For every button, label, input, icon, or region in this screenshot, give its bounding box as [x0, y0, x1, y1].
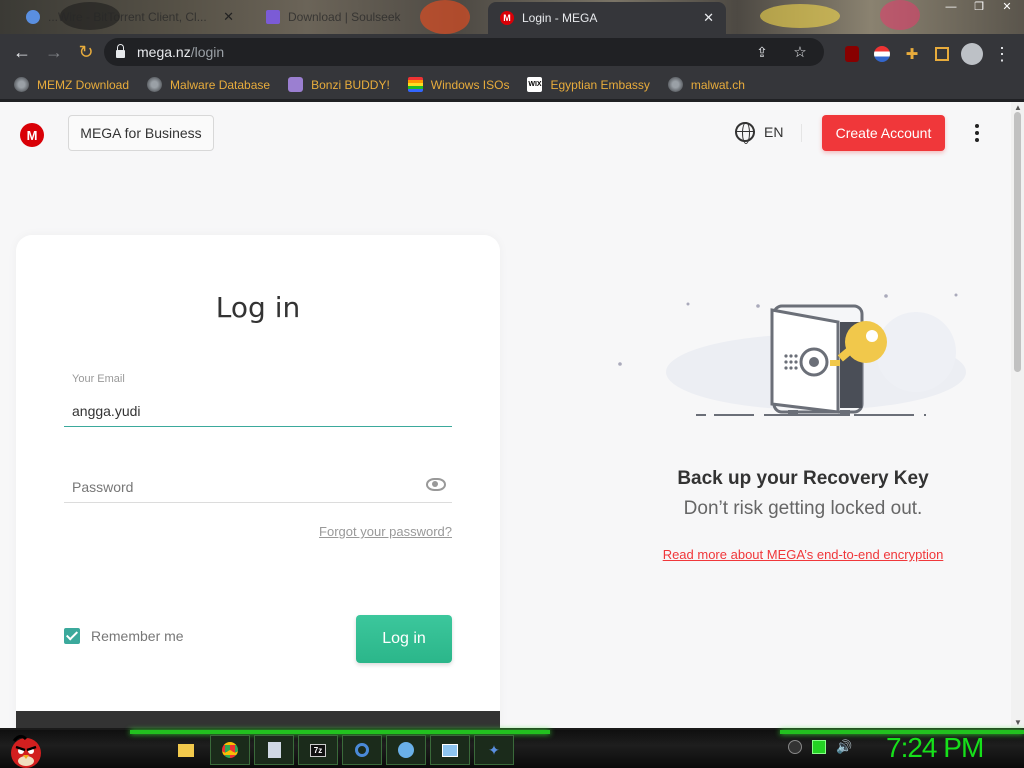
taskbar-glow — [130, 730, 550, 734]
extensions-area: ✚ ⋮ — [840, 38, 1014, 70]
tab-soulseek[interactable]: Download | Soulseek — [254, 2, 482, 32]
scroll-up-icon[interactable]: ▲ — [1014, 103, 1022, 112]
close-tab-icon[interactable]: ✕ — [223, 9, 234, 25]
tab-bitwire[interactable]: ...Wire - BitTorrent Client, Cl... ✕ — [14, 2, 246, 32]
bookmark-label: Windows ISOs — [430, 77, 510, 92]
reload-icon[interactable]: ↻ — [70, 36, 102, 68]
side-panel-icon[interactable] — [930, 38, 954, 70]
tray-network-icon[interactable] — [812, 740, 826, 754]
notepad-icon[interactable] — [254, 735, 294, 765]
address-bar[interactable]: mega.nz/login ⇪ ☆ — [104, 38, 824, 66]
profile-avatar-icon[interactable] — [960, 38, 984, 70]
search-icon[interactable] — [342, 735, 382, 765]
flag-extension-icon[interactable] — [870, 38, 894, 70]
login-card: Log in Your Email Forgot your password? … — [16, 235, 500, 728]
volume-icon[interactable]: 🔊 — [836, 740, 852, 754]
checkbox-checked-icon[interactable] — [64, 628, 80, 644]
remember-me-label: Remember me — [91, 628, 184, 644]
lock-icon[interactable] — [116, 44, 125, 58]
bookmark-egyptian-embassy[interactable]: WIX Egyptian Embassy — [527, 77, 650, 92]
tab-label: ...Wire - BitTorrent Client, Cl... — [48, 10, 207, 24]
angry-bird-start-icon[interactable] — [6, 731, 46, 768]
mega-favicon-icon: M — [500, 11, 514, 25]
wix-icon: WIX — [527, 77, 543, 92]
wallpaper-splat — [880, 0, 920, 30]
address-host: mega.nz — [137, 44, 191, 60]
language-selector[interactable]: EN — [735, 122, 784, 144]
mega-login-page: M MEGA for Business EN Create Account Lo… — [0, 102, 1011, 728]
chrome-menu-icon[interactable]: ⋮ — [990, 38, 1014, 70]
bookmark-star-icon[interactable]: ☆ — [784, 38, 816, 66]
create-account-button[interactable]: Create Account — [822, 115, 945, 151]
mega-business-button[interactable]: MEGA for Business — [68, 115, 214, 151]
scroll-down-icon[interactable]: ▼ — [1014, 718, 1022, 727]
bookmark-memz[interactable]: MEMZ Download — [14, 77, 129, 92]
chrome-icon[interactable] — [210, 735, 250, 765]
bonzi-icon — [288, 77, 304, 92]
taskbar-clock[interactable]: 7:24 PM — [886, 732, 984, 764]
ublock-icon[interactable] — [840, 38, 864, 70]
language-label: EN — [764, 124, 784, 140]
email-field[interactable] — [64, 395, 452, 427]
more-menu-icon[interactable] — [968, 124, 986, 142]
system-tray: 🔊 — [788, 740, 852, 754]
close-tab-icon[interactable]: ✕ — [703, 10, 714, 26]
page-scrollbar[interactable]: ▲ ▼ — [1011, 102, 1024, 728]
bird-icon[interactable]: ✦ — [474, 735, 514, 765]
extensions-puzzle-icon[interactable]: ✚ — [900, 38, 924, 70]
folder-icon[interactable] — [166, 735, 206, 765]
taskbar: 7z ✦ 🔊 7:24 PM — [0, 728, 1024, 768]
mega-logo-icon[interactable]: M — [20, 123, 44, 147]
bookmark-windows-isos[interactable]: Windows ISOs — [407, 77, 510, 92]
email-label: Your Email — [72, 373, 125, 385]
browser-tab-strip: ...Wire - BitTorrent Client, Cl... ✕ Dow… — [0, 0, 1024, 34]
bitwire-favicon-icon — [26, 10, 40, 24]
tray-shield-icon[interactable] — [788, 740, 802, 754]
show-password-icon[interactable] — [426, 478, 446, 491]
7zip-icon[interactable]: 7z — [298, 735, 338, 765]
bookmark-malware-db[interactable]: Malware Database — [147, 77, 270, 92]
back-icon[interactable]: ← — [6, 36, 38, 68]
promo-title: Back up your Recovery Key — [677, 468, 929, 489]
minimize-icon[interactable]: — — [938, 0, 964, 14]
encryption-info-link[interactable]: Read more about MEGA’s end-to-end encryp… — [553, 547, 1011, 562]
window-controls: — ❐ ✕ — [938, 0, 1020, 14]
globe-icon — [14, 77, 29, 92]
soulseek-favicon-icon — [266, 10, 280, 24]
tab-label: Login - MEGA — [522, 11, 598, 25]
safe-key-illustration — [618, 293, 966, 416]
promo-subtitle: Don’t risk getting locked out. — [683, 498, 923, 519]
wallpaper-splat — [760, 4, 840, 28]
password-field[interactable] — [64, 471, 452, 503]
forward-icon[interactable]: → — [38, 36, 70, 68]
rainbow-icon — [407, 77, 423, 92]
maximize-icon[interactable]: ❐ — [966, 0, 992, 14]
globe-icon — [667, 77, 683, 92]
card-footer-bar — [16, 711, 500, 728]
tab-label: Download | Soulseek — [288, 10, 401, 24]
remember-me-checkbox[interactable]: Remember me — [64, 628, 184, 644]
forgot-password-link[interactable]: Forgot your password? — [319, 524, 452, 539]
bookmark-label: Egyptian Embassy — [550, 77, 650, 92]
login-button[interactable]: Log in — [356, 615, 452, 663]
bookmark-label: Bonzi BUDDY! — [311, 77, 390, 92]
address-path: /login — [190, 44, 225, 60]
globe-icon — [735, 122, 755, 144]
scrollbar-thumb[interactable] — [1014, 112, 1021, 372]
window-icon[interactable] — [430, 735, 470, 765]
page-title: Log in — [215, 291, 301, 324]
bookmark-label: malwat.ch — [690, 77, 745, 92]
tab-login-mega[interactable]: M Login - MEGA ✕ — [488, 2, 726, 34]
header-divider — [801, 124, 802, 142]
settings-icon[interactable] — [386, 735, 426, 765]
bookmarks-bar: MEMZ Download Malware Database Bonzi BUD… — [0, 70, 1024, 100]
bookmark-malwatch[interactable]: malwat.ch — [667, 77, 745, 92]
close-window-icon[interactable]: ✕ — [994, 0, 1020, 14]
browser-toolbar: ← → ↻ mega.nz/login ⇪ ☆ ✚ ⋮ — [0, 34, 1024, 70]
bookmark-bonzi[interactable]: Bonzi BUDDY! — [288, 77, 390, 92]
globe-icon — [147, 77, 163, 92]
share-icon[interactable]: ⇪ — [746, 38, 778, 66]
bookmark-label: MEMZ Download — [37, 77, 130, 92]
bookmark-label: Malware Database — [170, 77, 271, 92]
